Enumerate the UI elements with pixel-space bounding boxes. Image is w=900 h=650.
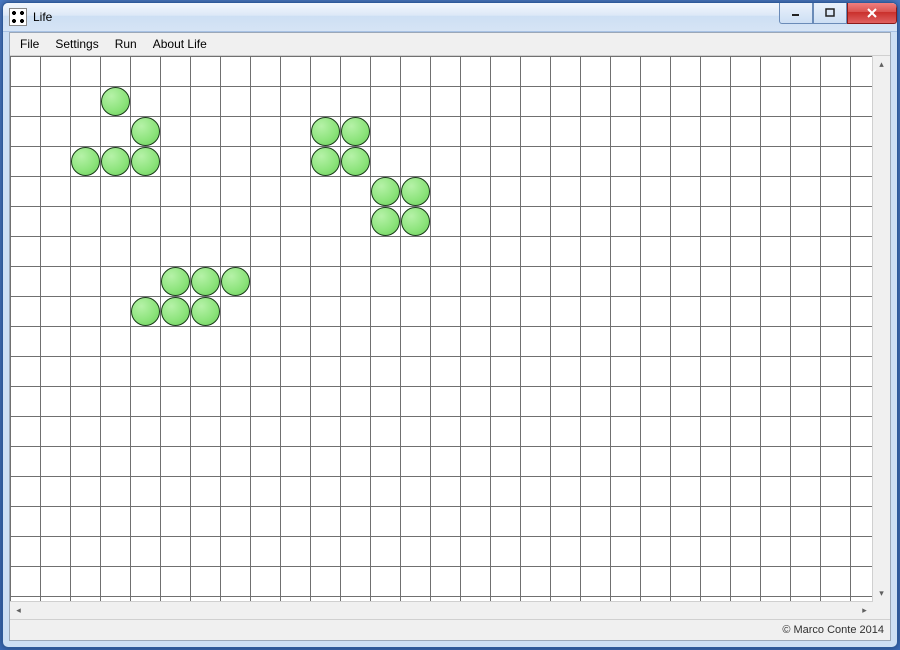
horizontal-scrollbar[interactable]: ◂ ▸ [10, 601, 873, 619]
minimize-icon [791, 8, 801, 18]
app-window: Life File Settings Run About Life ▴ [2, 2, 898, 648]
live-cell[interactable] [191, 297, 220, 326]
close-button[interactable] [847, 3, 897, 24]
app-icon [9, 8, 27, 26]
live-cell[interactable] [161, 267, 190, 296]
live-cell[interactable] [371, 207, 400, 236]
scroll-down-arrow-icon[interactable]: ▾ [873, 585, 890, 602]
vertical-scrollbar[interactable]: ▴ ▾ [872, 56, 890, 602]
scroll-right-arrow-icon[interactable]: ▸ [856, 602, 873, 619]
minimize-button[interactable] [779, 3, 813, 24]
live-cell[interactable] [311, 117, 340, 146]
copyright-text: © Marco Conte 2014 [782, 624, 884, 636]
live-cell[interactable] [131, 297, 160, 326]
live-cell[interactable] [71, 147, 100, 176]
menu-run[interactable]: Run [107, 35, 145, 53]
grid-viewport: ▴ ▾ ◂ ▸ [10, 56, 890, 619]
live-cell[interactable] [131, 147, 160, 176]
scroll-left-arrow-icon[interactable]: ◂ [10, 602, 27, 619]
live-cell[interactable] [341, 147, 370, 176]
live-cell[interactable] [161, 297, 190, 326]
live-cell[interactable] [401, 207, 430, 236]
live-cell[interactable] [221, 267, 250, 296]
grid-canvas[interactable] [10, 56, 873, 602]
live-cell[interactable] [371, 177, 400, 206]
live-cell[interactable] [101, 147, 130, 176]
live-cell[interactable] [401, 177, 430, 206]
menu-file[interactable]: File [12, 35, 47, 53]
menu-settings[interactable]: Settings [47, 35, 106, 53]
client-area: File Settings Run About Life ▴ ▾ ◂ ▸ © M… [9, 32, 891, 641]
window-controls [779, 3, 897, 24]
menu-about[interactable]: About Life [145, 35, 215, 53]
titlebar[interactable]: Life [3, 3, 897, 32]
live-cell[interactable] [131, 117, 160, 146]
live-cell[interactable] [311, 147, 340, 176]
close-icon [866, 8, 878, 18]
live-cell[interactable] [101, 87, 130, 116]
maximize-icon [825, 8, 835, 18]
statusbar: © Marco Conte 2014 [10, 619, 890, 640]
menubar: File Settings Run About Life [10, 33, 890, 56]
scrollbar-corner [873, 602, 890, 619]
live-cell[interactable] [341, 117, 370, 146]
maximize-button[interactable] [813, 3, 847, 24]
live-cell[interactable] [191, 267, 220, 296]
window-title: Life [33, 10, 52, 24]
scroll-up-arrow-icon[interactable]: ▴ [873, 56, 890, 73]
